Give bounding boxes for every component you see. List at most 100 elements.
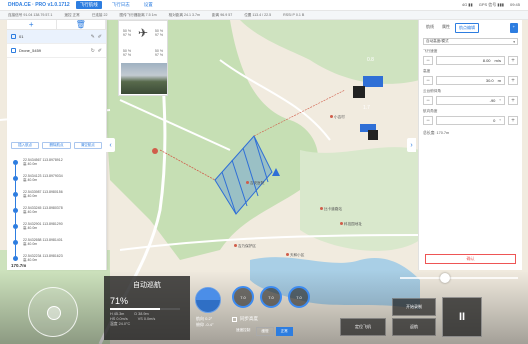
menu-flight-route[interactable]: 飞行航线 [75,1,102,9]
status-item: 图传飞行器距离 7.5 1m [119,12,157,17]
mission-file-name: Drone_5459 [19,48,42,53]
altitude-badge-text: 0.8 [367,57,374,63]
seg-option-slow[interactable]: 缓慢 [256,327,274,336]
pin-icon[interactable]: ✎ [91,34,95,40]
sync-height-toggle[interactable]: 同步高度 [232,316,258,322]
mission-file-name: 01 [19,34,24,39]
waypoint-item[interactable]: 22.5432658 113.8981401 高 40.0m [7,236,106,256]
delete-waypoint-button[interactable]: 删除航点 [42,142,71,149]
clear-waypoints-button[interactable]: 清空航点 [73,142,102,149]
motor-tr: 50 % 97 % [154,28,164,37]
park-area [240,20,420,84]
decrement-button[interactable]: − [423,96,433,105]
gimbal-indicators: 7.0 7.0 7.0 [232,286,310,308]
refresh-icon[interactable]: ↻ [91,48,95,54]
tab-route[interactable]: 航线 [423,23,437,33]
gps-indicator: GPS 信号 ▮▮▮ [478,2,504,7]
map-label: 吉乃保护区 [234,244,256,249]
drone-status-card: 50 % 97 % ✈ 50 % 97 % 50 % 97 % 50 % 97 % [118,20,168,96]
waypoint-settings-panel: 航线 属性 航点编辑 + 自动高度/模式 ▾ 飞行速度 − 8.00 m/s + 高… [418,20,522,270]
edit-icon[interactable]: ✐ [98,34,102,40]
slider-knob[interactable] [440,273,450,283]
file-icon [11,34,16,39]
tab-attributes[interactable]: 属性 [439,23,453,33]
decrement-button[interactable]: − [423,76,433,85]
seg-label: 速度控制 [236,328,251,332]
speed-stepper[interactable]: − 8.00 m/s + [423,56,518,65]
pause-button[interactable]: II [442,297,482,337]
flight-status-panel: 自动巡航 71% H 45.3m D 38.9m HS 0.0m/s VS 0.0m… [104,276,190,340]
decrement-button[interactable]: − [423,56,433,65]
map-label: 吉安医院 [246,181,264,186]
top-status-group: 4G ▮▮ GPS 信号 ▮▮▮ 09:45 [462,2,520,8]
battery-percent: 71% [110,296,129,306]
mission-file-item[interactable]: 01 ✎ ✐ [7,30,106,44]
add-mission-button[interactable]: + [7,20,57,29]
waypoint-item[interactable]: 22.5432901 113.8981290 高 40.0m [7,220,106,240]
waypoint-item[interactable]: 22.5433987 113.8980156 高 40.0m [7,188,106,208]
waypoint-item[interactable]: 22.5434567 113.8978912 高 40.0m [7,156,106,176]
telemetry-status-bar: 连接信号 91.04 138.79.57.1 遥控 正常 已连接 22 图传飞行… [0,11,528,20]
locate-drone-button[interactable]: 定位飞机 [340,318,386,336]
height-mode-select[interactable]: 自动高度/模式 ▾ [423,38,518,45]
add-icon[interactable]: + [509,23,518,33]
speed-control-segmented[interactable]: 速度控制 缓慢 正常 [232,327,293,336]
height-section: 高度 − 30.0 m + [423,69,518,85]
map-label: 比卡道路站 [320,207,342,212]
increment-button[interactable]: + [508,56,518,65]
mission-file-item[interactable]: Drone_5459 ↻ ✐ [7,44,106,58]
waypoint-list: 22.5434567 113.8978912 高 40.0m 22.5434123… [7,156,106,268]
altitude-marker [353,86,365,98]
status-item: 位置 113.4 / 22.5 [244,12,272,17]
camera-zoom-slider[interactable] [400,273,518,283]
waypoint-dot [13,256,18,261]
decrement-button[interactable]: − [423,116,433,125]
seg-option-normal[interactable]: 正常 [275,327,293,336]
status-item: 连接信号 91.04 138.79.57.1 [8,12,53,17]
motor-bl: 50 % 97 % [122,48,132,57]
gimbal-dial: 7.0 [288,286,310,308]
collapse-left-chevron-icon[interactable]: ‹ [106,138,115,152]
gimbal-pitch-stepper[interactable]: − -90 ° + [423,96,518,105]
menu-flight-log[interactable]: 飞行日志 [108,1,134,9]
camera-preview[interactable] [121,63,167,94]
virtual-joystick[interactable] [28,287,78,337]
drone-icon: ✈ [137,25,149,40]
altitude-badge-text: 1.7 [363,105,370,111]
waypoint-item[interactable]: 22.5433245 113.8980378 高 40.0m [7,204,106,224]
increment-button[interactable]: + [508,116,518,125]
altitude-marker [368,130,378,140]
collapse-right-chevron-icon[interactable]: › [407,138,416,152]
clock: 09:45 [509,2,520,7]
insert-waypoint-button[interactable]: 插入航点 [11,142,40,149]
map-label: 天和小区 [286,253,304,258]
edit-icon[interactable]: ✐ [98,48,102,54]
gimbal-dial: 7.0 [260,286,282,308]
tab-waypoint-edit[interactable]: 航点编辑 [455,23,479,33]
return-home-button[interactable]: 返航 [392,318,436,336]
delete-mission-button[interactable]: 🗑 [57,20,106,29]
speed-section: 飞行速度 − 8.00 m/s + [423,49,518,65]
joystick-knob[interactable] [47,306,61,320]
waypoint-item[interactable]: 22.5434123 113.8979034 高 40.0m [7,172,106,192]
increment-button[interactable]: + [508,96,518,105]
status-item: RSSI P 0.1 B [283,13,305,17]
status-item: 相对距离 24.1 3.7m [168,12,201,17]
flight-mode-label: 自动巡航 [133,282,161,289]
attitude-values: 航向 0.2° 俯仰 -0.4° [196,316,214,327]
route-total-length: 170.7m [11,263,27,268]
height-stepper[interactable]: − 30.0 m + [423,76,518,85]
start-record-button[interactable]: 开始录制 [392,298,436,316]
home-point-marker [152,148,158,154]
heading-stepper[interactable]: − 0 ° + [423,116,518,125]
app-brand: DHDA.CE · PRO v1.0.1712 [8,2,70,8]
map-label: 小吉村 [330,115,345,120]
confirm-button[interactable]: 确认 [425,254,516,264]
status-item: 遥控 正常 [64,12,80,17]
map-label: 科技园地址 [340,222,362,227]
increment-button[interactable]: + [508,76,518,85]
menu-settings[interactable]: 设置 [140,1,157,9]
signal-4g-indicator: 4G ▮▮ [461,2,473,7]
checkbox[interactable] [232,316,237,322]
battery-bar [110,308,180,310]
